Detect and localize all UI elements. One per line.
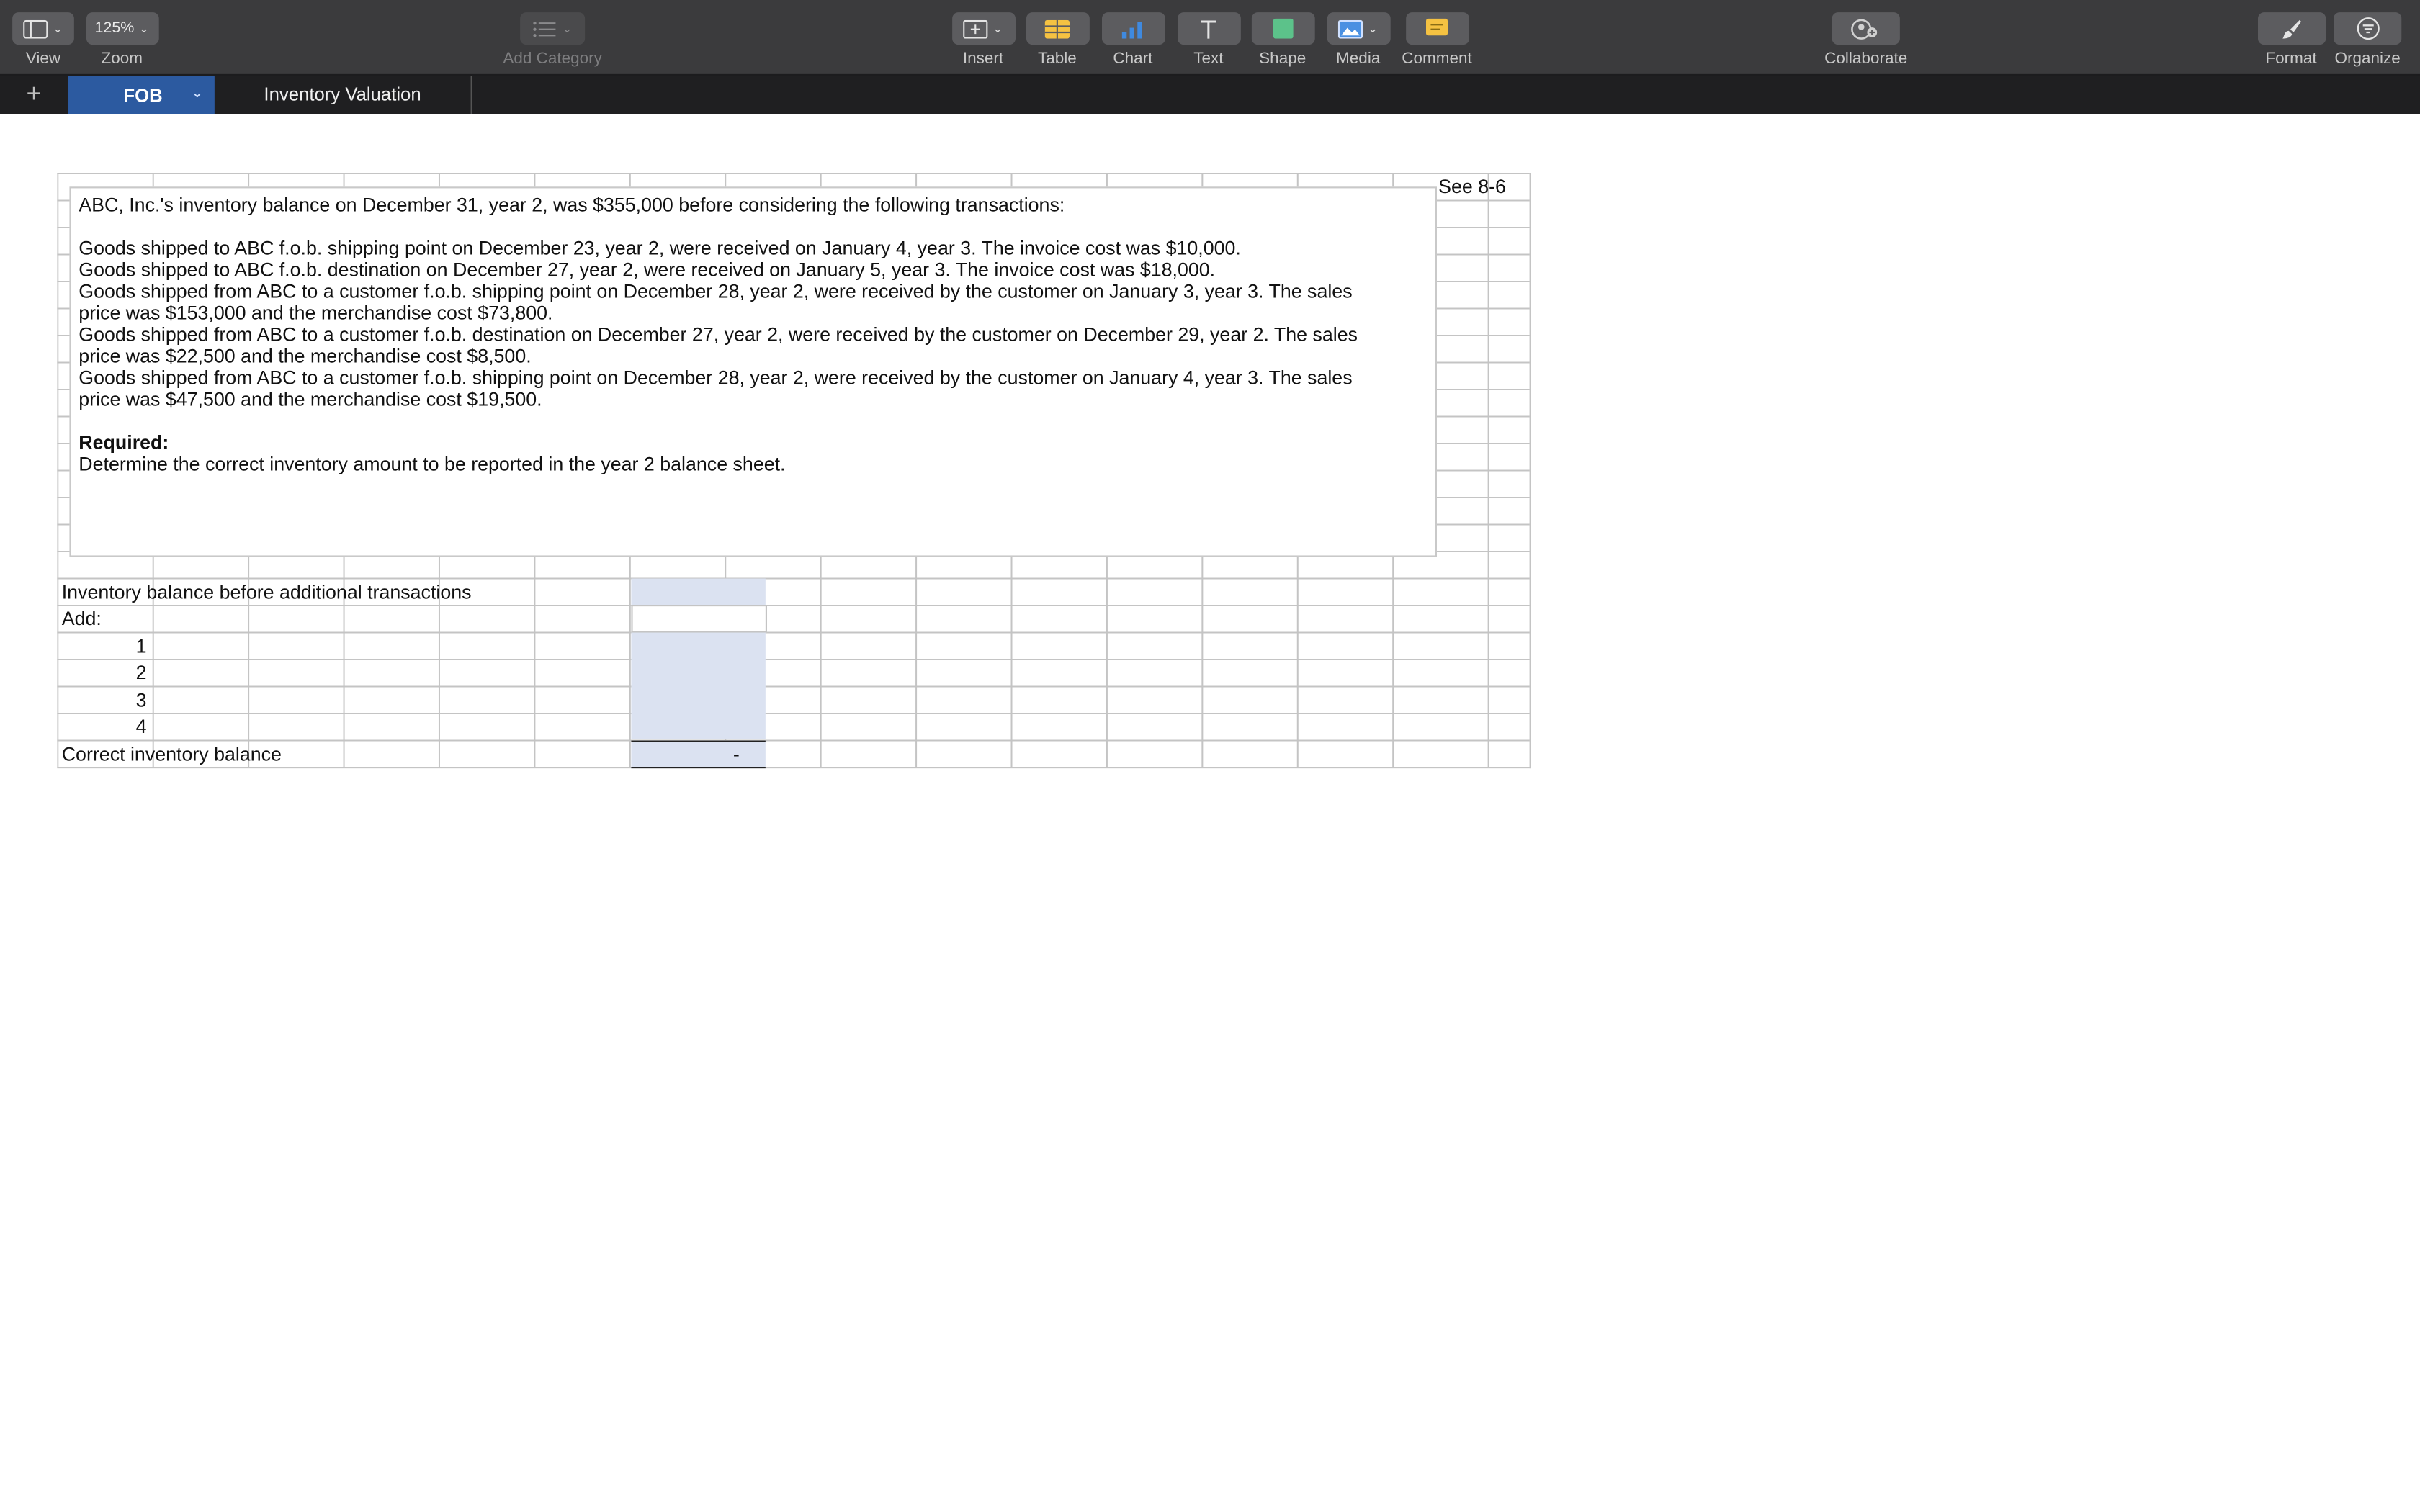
collaborate-button[interactable] [1832, 12, 1900, 45]
media-label: Media [1336, 49, 1381, 68]
sidebar-layout-icon [23, 19, 48, 38]
text-control[interactable]: Text [1176, 0, 1241, 74]
chevron-down-icon: ⌄ [53, 22, 63, 36]
tab-fob[interactable]: FOB ⌄ [68, 76, 215, 114]
required-text: Determine the correct inventory amount t… [79, 454, 786, 475]
zoom-control[interactable]: 125% ⌄ Zoom [85, 0, 159, 74]
transaction-2: Goods shipped to ABC f.o.b. destination … [79, 259, 1216, 281]
insert-button[interactable]: ⌄ [951, 12, 1015, 45]
text-label: Text [1193, 49, 1224, 68]
comment-control[interactable]: Comment [1398, 0, 1475, 74]
transaction-5-line-2: price was $47,500 and the merchandise co… [79, 389, 542, 410]
view-control[interactable]: ⌄ View [11, 0, 76, 74]
problem-intro: ABC, Inc.'s inventory balance on Decembe… [79, 194, 1065, 216]
add-category-control[interactable]: ⌄ Add Category [497, 0, 608, 74]
list-icon [533, 20, 556, 37]
zoom-label: Zoom [101, 49, 143, 68]
chevron-down-icon: ⌄ [992, 22, 1003, 36]
comment-label: Comment [1402, 49, 1472, 68]
add-category-button[interactable]: ⌄ [520, 12, 586, 45]
media-control[interactable]: ⌄ Media [1326, 0, 1391, 74]
correct-balance-value: - [732, 743, 740, 765]
chart-control[interactable]: Chart [1101, 0, 1165, 74]
tab-inventory-valuation[interactable]: Inventory Valuation [241, 76, 472, 114]
insert-control[interactable]: ⌄ Insert [951, 0, 1016, 74]
problem-text-box[interactable]: ABC, Inc.'s inventory balance on Decembe… [69, 186, 1437, 557]
toolbar: ⌄ View 125% ⌄ Zoom ⌄ Add Category ⌄ Inse… [0, 0, 2420, 76]
before-balance-input[interactable] [631, 578, 766, 605]
media-button[interactable]: ⌄ [1326, 12, 1390, 45]
row-add-label: Add: [61, 608, 102, 630]
row-item-3: 3 [135, 689, 147, 711]
shape-button[interactable] [1250, 12, 1314, 45]
filter-circle-icon [2356, 17, 2379, 40]
chevron-down-icon: ⌄ [1367, 22, 1379, 36]
collaborate-label: Collaborate [1824, 49, 1908, 68]
transaction-4-line-2: price was $22,500 and the merchandise co… [79, 346, 532, 367]
transaction-4-line-1: Goods shipped from ABC to a customer f.o… [79, 324, 1358, 346]
transaction-1: Goods shipped to ABC f.o.b. shipping poi… [79, 238, 1241, 259]
row-item-1: 1 [135, 635, 147, 657]
zoom-select[interactable]: 125% ⌄ [85, 12, 158, 45]
table-button[interactable] [1025, 12, 1089, 45]
text-icon [1201, 19, 1216, 38]
paintbrush-icon [2282, 19, 2300, 38]
shape-control[interactable]: Shape [1250, 0, 1315, 74]
organize-button[interactable] [2334, 12, 2402, 45]
chart-button[interactable] [1101, 12, 1165, 45]
comment-icon [1425, 18, 1448, 36]
correct-balance-cell[interactable] [631, 740, 766, 769]
row-item-4: 4 [135, 716, 147, 738]
organize-label: Organize [2334, 49, 2401, 68]
add-items-inputs[interactable] [631, 632, 766, 739]
view-label: View [25, 49, 61, 68]
required-label: Required: [79, 432, 169, 454]
zoom-value: 125% [94, 19, 135, 37]
comment-button[interactable] [1405, 12, 1469, 45]
add-category-label: Add Category [503, 49, 602, 68]
transaction-3-line-2: price was $153,000 and the merchandise c… [79, 302, 553, 324]
row-correct-label: Correct inventory balance [61, 743, 282, 765]
table-icon [1044, 19, 1070, 38]
table-control[interactable]: Table [1025, 0, 1090, 74]
add-sheet-button[interactable]: + [12, 76, 55, 114]
sheet-tabs-bar: + FOB ⌄ Inventory Valuation [0, 76, 2420, 114]
format-button[interactable] [2257, 12, 2326, 45]
see-reference-cell[interactable]: See 8-6 [1438, 176, 1506, 197]
row-item-2: 2 [135, 662, 147, 684]
transaction-3-line-1: Goods shipped from ABC to a customer f.o… [79, 281, 1353, 302]
shape-label: Shape [1259, 49, 1307, 68]
shape-icon [1272, 18, 1293, 39]
collaborate-icon [1851, 18, 1878, 39]
organize-control[interactable]: Organize [2331, 0, 2405, 74]
format-control[interactable]: Format [2257, 0, 2326, 74]
insert-label: Insert [962, 49, 1004, 68]
text-button[interactable] [1176, 12, 1240, 45]
table-label: Table [1037, 49, 1077, 68]
chart-icon [1121, 20, 1142, 38]
collaborate-control[interactable]: Collaborate [1821, 0, 1911, 74]
insert-box-icon [963, 19, 988, 38]
tab-fob-label: FOB [123, 84, 163, 107]
chevron-down-icon: ⌄ [138, 22, 150, 36]
chart-label: Chart [1113, 49, 1153, 68]
transaction-5-line-1: Goods shipped from ABC to a customer f.o… [79, 366, 1353, 389]
add-header-input[interactable] [631, 605, 767, 633]
chevron-down-icon[interactable]: ⌄ [192, 85, 203, 102]
row-before-label: Inventory balance before additional tran… [61, 581, 472, 603]
photo-icon [1338, 19, 1363, 38]
format-label: Format [2265, 49, 2317, 68]
chevron-down-icon: ⌄ [562, 22, 573, 36]
view-button[interactable]: ⌄ [12, 12, 74, 45]
